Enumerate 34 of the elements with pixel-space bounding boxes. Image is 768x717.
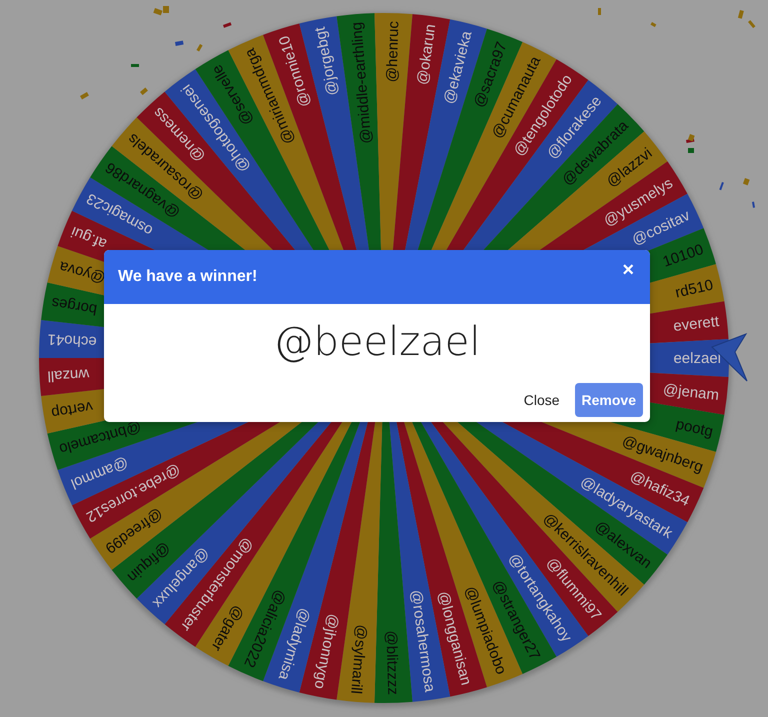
segment-label: everett [672,312,720,335]
segment-label: echo41 [47,330,98,350]
segment-label: vertop [50,398,94,422]
confetti-piece [752,202,755,208]
segment-label: @middle-earthling [348,21,376,144]
confetti-piece [598,8,601,15]
segment-label: wnzall [47,365,90,385]
segment-label: @henruc [384,20,402,82]
dialog-title: We have a winner! [118,268,258,286]
segment-label: eelzael [673,350,721,367]
confetti-piece [175,40,184,46]
segment-label: rd510 [674,276,715,302]
remove-button[interactable]: Remove [574,383,643,417]
segment-label: @rosahermosa [407,588,438,694]
confetti-piece [131,64,139,67]
segment-label: @jorgebgt [312,26,342,97]
winner-name: @beelzael [272,318,482,367]
close-button[interactable]: Close [516,383,567,417]
confetti-piece [742,178,750,186]
confetti-piece [650,22,656,28]
confetti-piece [196,44,203,52]
confetti-piece [719,182,724,190]
segment-label: @blitzzzz [382,630,402,696]
confetti-piece [140,88,148,96]
segment-label: 10100 [660,241,706,271]
segment-label: @yova [58,258,108,287]
confetti-piece [80,92,89,100]
segment-label: @jenam [662,380,720,404]
segment-label: @sylmarill [347,624,370,694]
segment-label: pootg [674,416,715,440]
segment-label: borges [50,294,98,318]
segment-label: @okarun [414,23,440,86]
segment-label: @jhonnygo [310,612,342,690]
confetti-piece [223,22,232,28]
